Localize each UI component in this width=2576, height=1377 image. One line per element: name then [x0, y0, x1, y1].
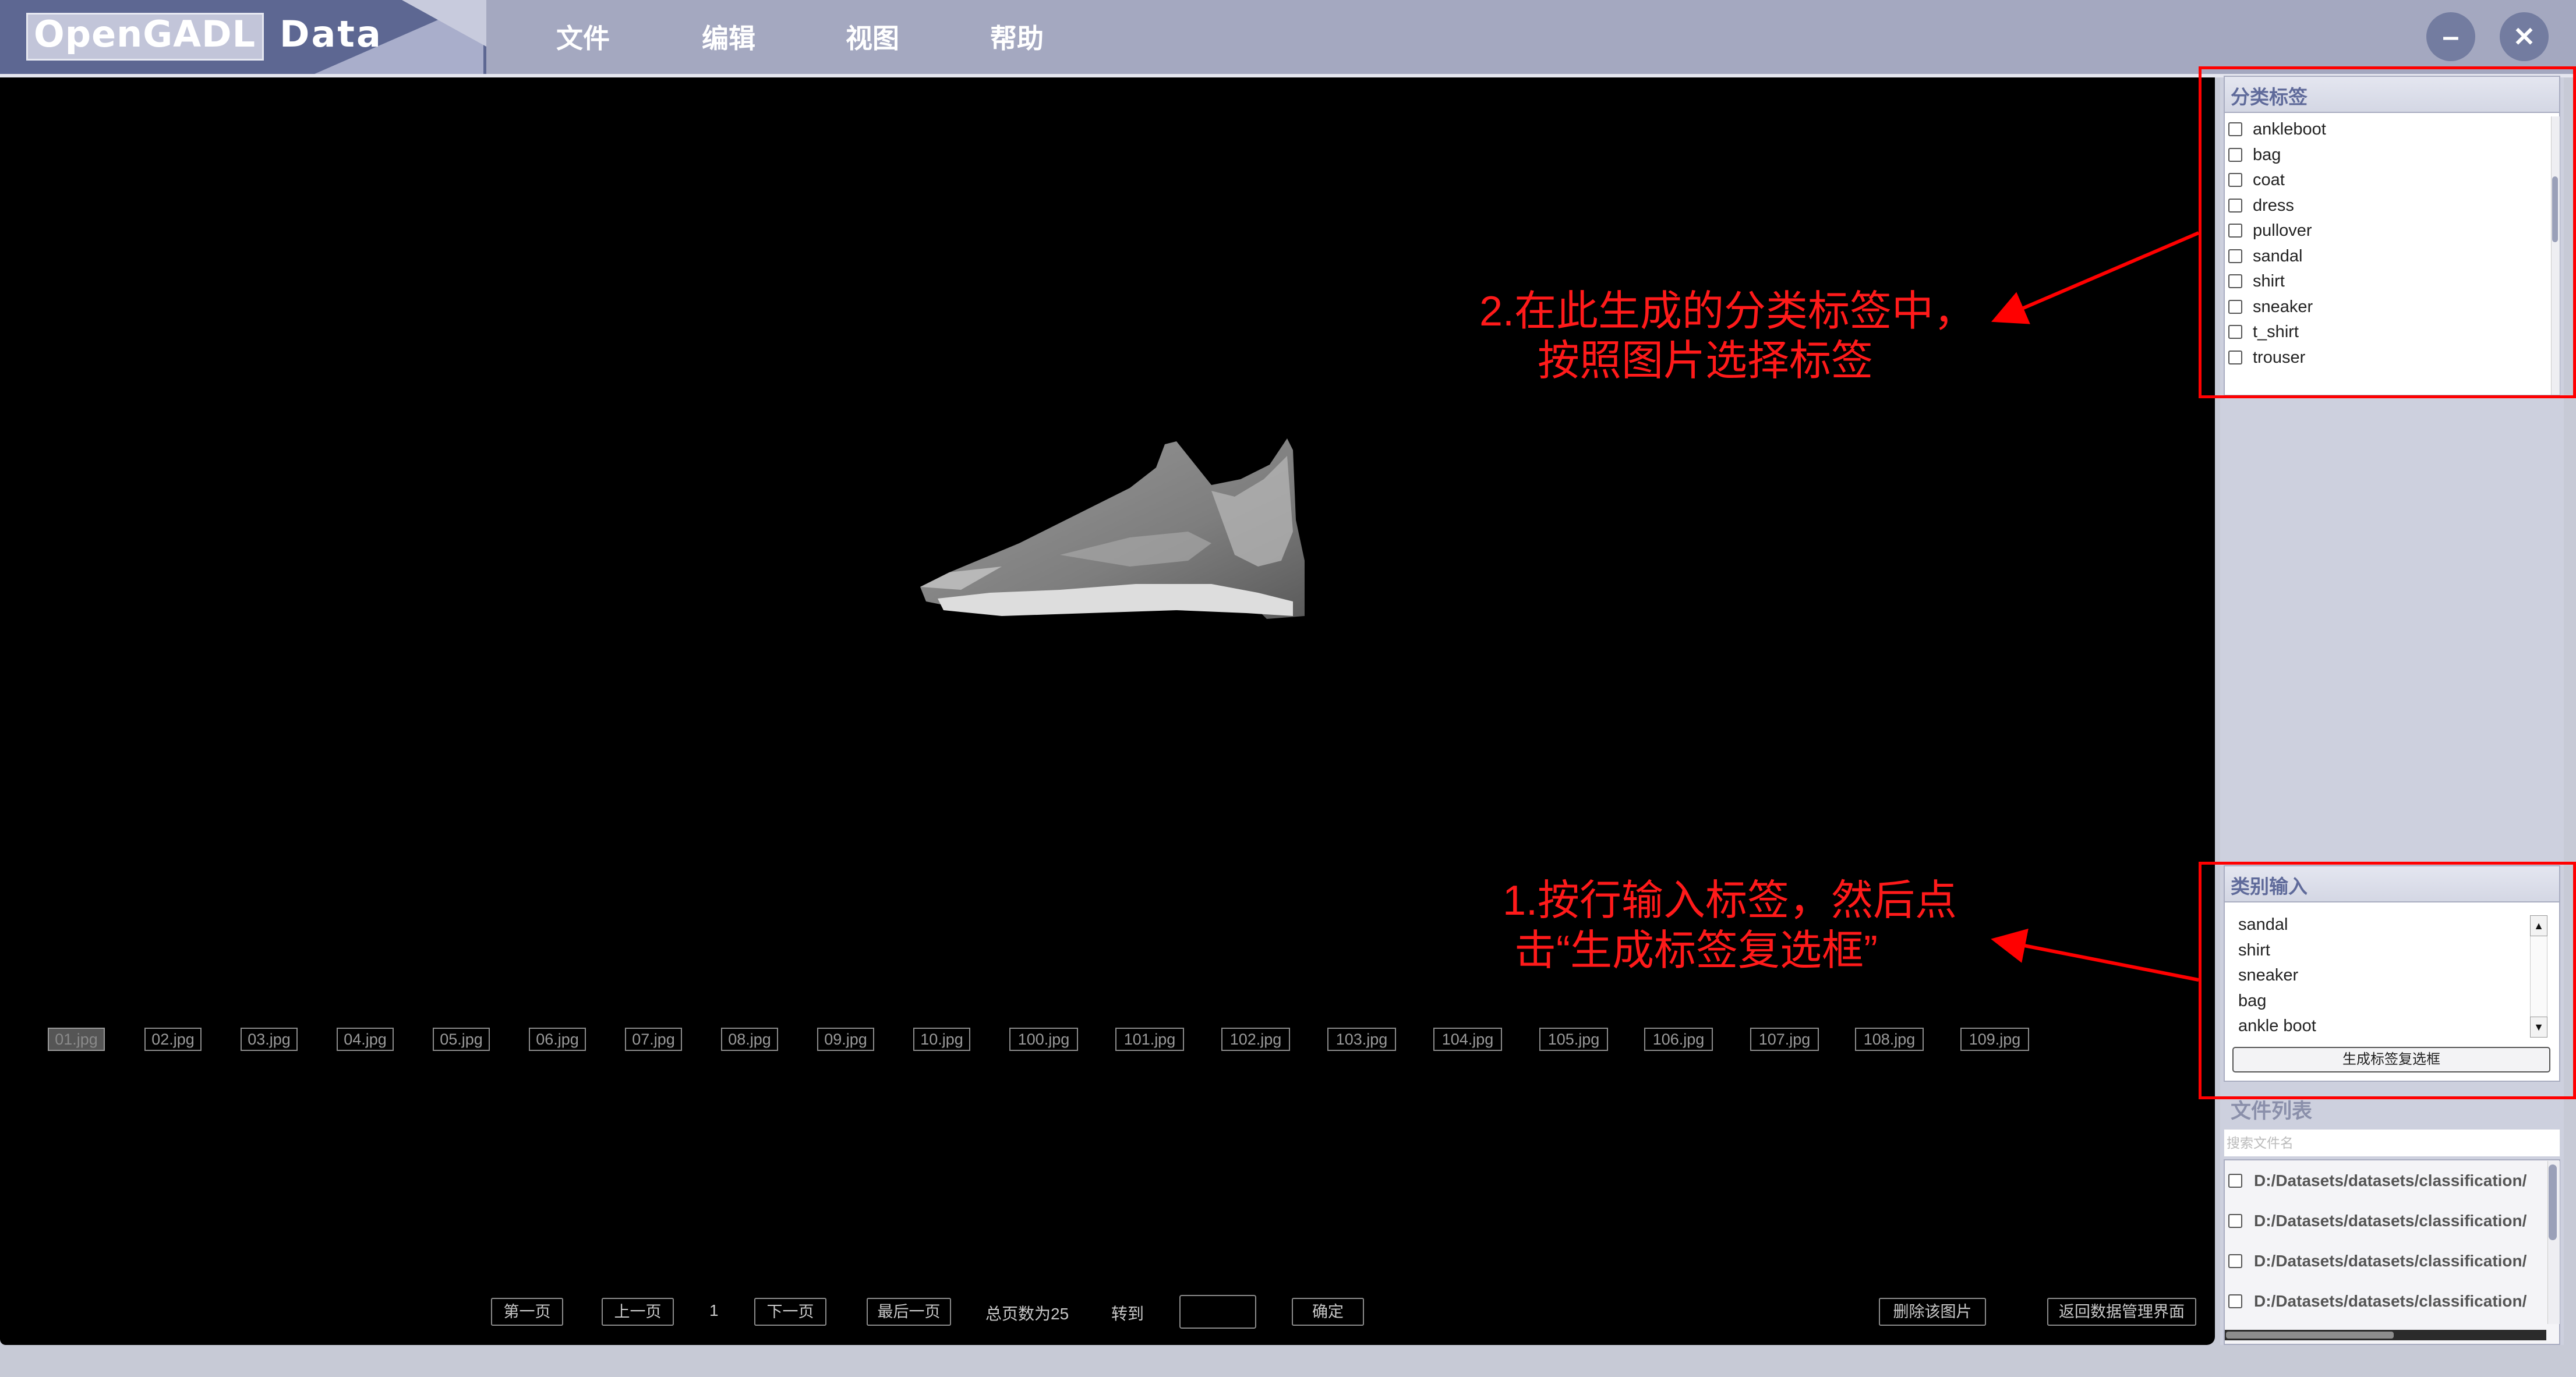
menu-file[interactable]: 文件	[556, 17, 610, 56]
file-path: D:/Datasets/datasets/classification/	[2254, 1252, 2527, 1270]
app-logo: OpenGADL Data	[0, 0, 486, 74]
displayed-image	[920, 438, 1305, 619]
checkbox[interactable]	[2228, 1214, 2242, 1228]
thumbnail-item[interactable]: 100.jpg	[1009, 1028, 1078, 1051]
annotation-box-category-input	[2199, 862, 2576, 1099]
thumbnail-item[interactable]: 104.jpg	[1433, 1028, 1502, 1051]
file-path: D:/Datasets/datasets/classification/	[2254, 1212, 2527, 1230]
back-to-data-management-button[interactable]: 返回数据管理界面	[2047, 1298, 2196, 1326]
minimize-button[interactable]: –	[2426, 12, 2475, 61]
thumbnail-item[interactable]: 06.jpg	[529, 1028, 586, 1051]
thumbnail-item[interactable]: 109.jpg	[1960, 1028, 2029, 1051]
close-button[interactable]: ✕	[2500, 12, 2549, 61]
delete-image-button[interactable]: 删除该图片	[1879, 1298, 1986, 1326]
current-page: 1	[709, 1301, 719, 1319]
minimize-icon: –	[2442, 20, 2460, 54]
close-icon: ✕	[2513, 22, 2536, 52]
menu-help[interactable]: 帮助	[990, 17, 1044, 56]
menu-edit[interactable]: 编辑	[702, 17, 755, 56]
file-list-scrollbar-thumb[interactable]	[2549, 1164, 2557, 1240]
thumbnail-item[interactable]: 106.jpg	[1644, 1028, 1713, 1051]
file-list-horizontal-scrollbar-thumb[interactable]	[2226, 1332, 2394, 1339]
thumbnail-item[interactable]: 02.jpg	[144, 1028, 202, 1051]
file-list-item[interactable]: D:/Datasets/datasets/classification/	[2228, 1208, 2526, 1234]
next-page-button[interactable]: 下一页	[754, 1298, 826, 1326]
annotation-step2-line1: 2.在此生成的分类标签中，	[1479, 288, 1976, 335]
annotation-step1-line2: 击“生成标签复选框”	[1514, 928, 1878, 974]
logo-decoration	[402, 0, 486, 47]
file-list-item[interactable]: D:/Datasets/datasets/classification/	[2228, 1167, 2526, 1194]
thumbnail-item[interactable]: 105.jpg	[1539, 1028, 1608, 1051]
checkbox[interactable]	[2228, 1174, 2242, 1188]
image-canvas[interactable]: 01.jpg 02.jpg 03.jpg 04.jpg 05.jpg 06.jp…	[0, 77, 2215, 1345]
checkbox[interactable]	[2228, 1254, 2242, 1268]
annotation-step1-line1: 1.按行输入标签，然后点	[1503, 877, 1957, 924]
last-page-button[interactable]: 最后一页	[867, 1298, 951, 1326]
annotation-box-labels	[2199, 66, 2576, 398]
confirm-goto-button[interactable]: 确定	[1292, 1298, 1364, 1326]
file-list-item[interactable]: D:/Datasets/datasets/classification/	[2228, 1248, 2526, 1275]
thumbnail-item[interactable]: 107.jpg	[1750, 1028, 1819, 1051]
thumbnail-item[interactable]: 08.jpg	[721, 1028, 778, 1051]
thumbnail-item[interactable]: 05.jpg	[433, 1028, 490, 1051]
prev-page-button[interactable]: 上一页	[602, 1298, 674, 1326]
thumbnail-item[interactable]: 103.jpg	[1327, 1028, 1396, 1051]
goto-page-input[interactable]	[1179, 1295, 1256, 1329]
file-search-input[interactable]: 搜索文件名	[2224, 1129, 2560, 1157]
annotation-step2-line2: 按照图片选择标签	[1538, 338, 1874, 384]
thumbnail-item[interactable]: 01.jpg	[48, 1028, 105, 1051]
file-path: D:/Datasets/datasets/classification/	[2254, 1171, 2527, 1190]
thumbnail-item[interactable]: 03.jpg	[241, 1028, 298, 1051]
first-page-button[interactable]: 第一页	[491, 1298, 563, 1326]
file-list-item[interactable]: D:/Datasets/datasets/classification/	[2228, 1288, 2526, 1315]
ankle-boot-image	[920, 438, 1305, 619]
thumbnail-item[interactable]: 07.jpg	[625, 1028, 682, 1051]
thumbnail-item[interactable]: 10.jpg	[913, 1028, 970, 1051]
goto-label: 转到	[1111, 1305, 1144, 1323]
total-pages-label: 总页数为25	[985, 1305, 1069, 1323]
thumbnail-item[interactable]: 09.jpg	[817, 1028, 874, 1051]
thumbnail-item[interactable]: 04.jpg	[337, 1028, 394, 1051]
checkbox[interactable]	[2228, 1294, 2242, 1308]
thumbnail-item[interactable]: 102.jpg	[1221, 1028, 1290, 1051]
thumbnail-item[interactable]: 108.jpg	[1855, 1028, 1924, 1051]
top-bar: OpenGADL Data 文件 编辑 视图 帮助 – ✕	[0, 0, 2576, 74]
menu-view[interactable]: 视图	[846, 17, 899, 56]
app-brand-suffix: Data	[280, 13, 383, 55]
thumbnail-item[interactable]: 101.jpg	[1115, 1028, 1184, 1051]
file-path: D:/Datasets/datasets/classification/	[2254, 1292, 2527, 1310]
app-brand-name: OpenGADL	[34, 13, 256, 55]
